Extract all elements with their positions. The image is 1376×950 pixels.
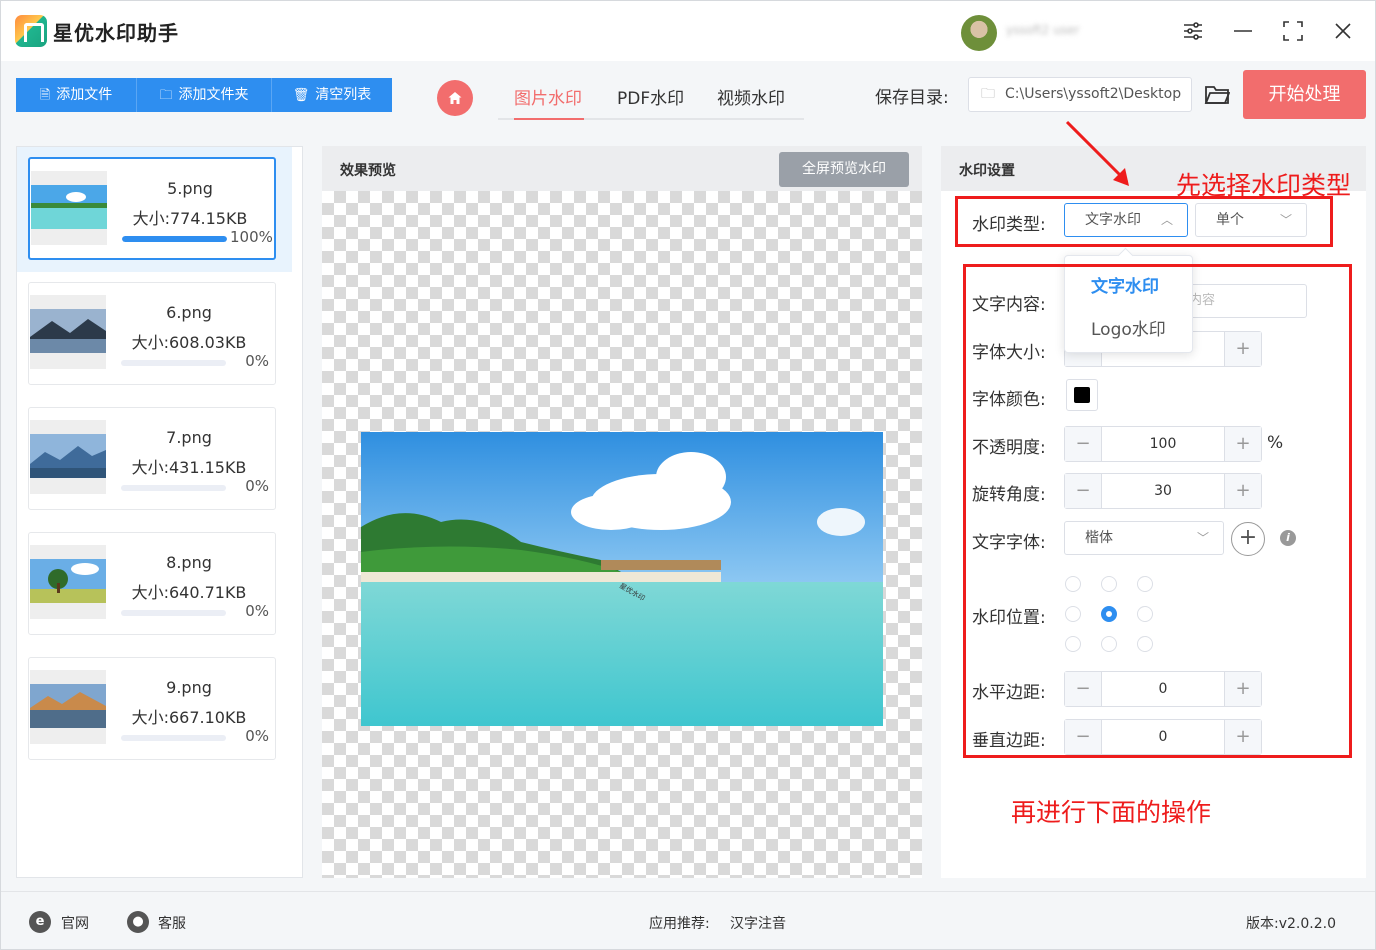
tab-pdf-watermark[interactable]: PDF水印 [617,84,684,109]
website-link[interactable]: 官网 [61,913,89,933]
save-dir-input[interactable]: 🗀 C:\Users\yssoft2\Desktop [968,77,1192,112]
user-name[interactable]: yssoft2 user [1006,23,1151,39]
tab-video-watermark[interactable]: 视频水印 [717,84,785,109]
clear-list-button[interactable]: 🗑 清空列表 [272,78,392,112]
file-item[interactable]: 9.png 大小:667.10KB 0% [28,657,276,760]
annotation-arrow-icon [1065,120,1129,186]
preview-title: 效果预览 [340,163,396,179]
file-item[interactable]: 6.png 大小:608.03KB 0% [28,282,276,385]
save-dir-label: 保存目录: [875,88,949,108]
file-item[interactable]: 8.png 大小:640.71KB 0% [28,532,276,635]
file-progress-text: 100% [230,228,273,246]
file-progress-bar [121,610,226,616]
transparent-canvas: 星优水印 [322,191,922,878]
active-tab-indicator [514,118,584,120]
file-name: 7.png [166,428,212,447]
home-icon [448,92,462,104]
file-size: 大小:774.15KB [132,209,248,228]
file-thumbnail [30,420,106,494]
user-avatar[interactable] [961,15,997,51]
app-title: 星优水印助手 [53,21,179,45]
folder-icon: 🗀 [159,88,173,103]
fullscreen-preview-button[interactable]: 全屏预览水印 [779,152,909,187]
file-thumbnail [30,295,106,369]
annotation-step1: 先选择水印类型 [1176,171,1352,200]
file-thumbnail [30,670,106,744]
app-logo-icon [15,15,47,47]
settings-title: 水印设置 [959,163,1015,179]
add-file-button[interactable]: 🗎 添加文件 [16,78,137,112]
file-name: 9.png [166,678,212,697]
file-name: 5.png [167,179,213,198]
start-processing-button[interactable]: 开始处理 [1243,70,1366,119]
maximize-icon[interactable] [1281,19,1305,43]
file-thumbnail [30,545,106,619]
file-progress-bar [121,735,226,741]
file-item[interactable]: 7.png 大小:431.15KB 0% [28,407,276,510]
file-name: 8.png [166,553,212,572]
version-text: 版本:v2.0.2.0 [1246,916,1336,932]
file-progress-bar [121,485,226,491]
file-progress-text: 0% [245,477,269,495]
home-button[interactable] [437,80,473,116]
preview-panel: 效果预览 全屏预览水印 星优水印 [322,146,922,878]
recommend-link[interactable]: 汉字注音 [730,913,786,933]
sliders-icon[interactable] [1181,19,1205,43]
file-progress-text: 0% [245,727,269,745]
file-size: 大小:640.71KB [131,583,247,602]
tab-image-watermark[interactable]: 图片水印 [514,84,582,109]
folder-outline-icon: 🗀 [981,86,995,102]
beach-thumbnail-image [31,185,107,229]
annotation-step2: 再进行下面的操作 [1011,798,1212,827]
file-progress-text: 0% [245,352,269,370]
recommend-label: 应用推荐: [649,916,710,932]
support-link[interactable]: 客服 [158,913,186,933]
status-bar: e 官网 ● 客服 应用推荐: 汉字注音 版本:v2.0.2.0 [1,891,1375,949]
file-size: 大小:608.03KB [131,333,247,352]
add-folder-button[interactable]: 🗀 添加文件夹 [137,78,272,112]
file-list: 5.png 大小:774.15KB 100% 6.png 大小:608.03KB… [16,146,303,878]
annotation-box-settings [963,264,1352,758]
open-folder-icon[interactable] [1204,83,1231,105]
annotation-box-type [955,196,1333,247]
file-progress-bar [122,236,227,242]
close-icon[interactable] [1331,19,1355,43]
file-progress-bar [121,360,226,366]
minimize-icon[interactable] [1231,19,1255,43]
file-thumbnail [31,171,107,245]
preview-image: 星优水印 [361,432,883,726]
file-name: 6.png [166,303,212,322]
title-bar: 星优水印助手 yssoft2 user [1,1,1375,61]
file-icon: 🗎 [39,88,51,103]
file-progress-text: 0% [245,602,269,620]
chat-icon[interactable]: ● [127,911,149,933]
trash-icon: 🗑 [292,88,310,103]
file-item[interactable]: 5.png 大小:774.15KB 100% [28,157,276,260]
app-window: 星优水印助手 yssoft2 user 🗎 添加文件 🗀 添加文件夹 🗑 清空列表 图… [0,0,1376,950]
file-size: 大小:667.10KB [131,708,247,727]
file-size: 大小:431.15KB [131,458,247,477]
preview-header: 效果预览 全屏预览水印 [322,146,922,191]
website-icon[interactable]: e [29,911,51,933]
